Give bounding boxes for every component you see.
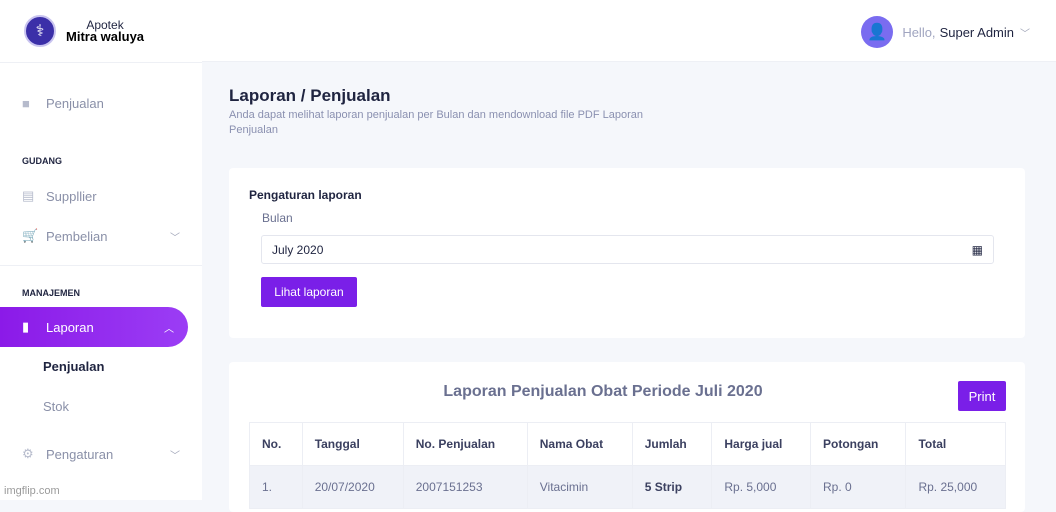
building-icon: ▤ [22,188,35,203]
report-table: No. Tanggal No. Penjualan Nama Obat Juml… [249,422,1006,509]
print-button[interactable]: Print [958,381,1006,411]
cell: 5 Strip [631,465,713,509]
brand-line2: Mitra waluya [66,29,145,44]
sidebar-item-supplier[interactable]: ▤ Suppllier [0,188,202,204]
label: Pembelian [46,228,108,244]
cell: 20/07/2020 [301,465,404,509]
divider [0,265,202,266]
section-manajemen: MANAJEMEN [22,288,81,298]
report-title: Laporan Penjualan Obat Periode Juli 2020 [443,383,763,400]
label: Pengaturan [46,446,114,462]
chevron-down-icon: ﹀ [1020,28,1030,40]
label: Penjualan [46,96,104,111]
chevron-down-icon: ﹀ [170,232,180,244]
chevron-up-icon: ︿ [164,323,174,335]
top-header: 👤 Hello, Super Admin ﹀ [202,0,1056,62]
month-input[interactable]: July 2020 ▦ [261,235,994,264]
card-title: Pengaturan laporan [249,188,362,202]
col-harga-jual: Harga jual [711,422,812,466]
cell: 2007151253 [402,465,528,509]
cart-icon: 🛒 [22,228,39,243]
label: Suppllier [46,188,97,204]
user-menu[interactable]: 👤 Hello, Super Admin ﹀ [861,16,1030,48]
sidebar-item-pengaturan[interactable]: ⚙ Pengaturan ﹀ [0,446,202,462]
avatar: 👤 [861,16,894,48]
page-title: Laporan / Penjualan [229,86,391,105]
month-label: Bulan [262,211,293,225]
chevron-down-icon: ﹀ [170,450,180,462]
col-total: Total [905,422,1006,466]
col-nama-obat: Nama Obat [526,422,633,466]
gears-icon: ⚙ [22,446,34,461]
section-gudang: GUDANG [22,156,62,166]
bag-icon: ■ [22,96,30,111]
brand-logo[interactable]: ⚕ Apotek Mitra waluya [24,15,144,47]
sidebar-item-penjualan[interactable]: ■ Penjualan [0,96,202,111]
month-value: July 2020 [272,243,324,257]
calendar-icon[interactable]: ▦ [972,243,983,257]
label: Laporan [46,319,94,335]
cell: 1. [249,465,303,509]
cell: Rp. 5,000 [711,465,812,509]
sidebar-item-pembelian[interactable]: 🛒 Pembelian ﹀ [0,228,202,244]
col-potongan: Potongan [810,422,907,466]
sidebar-item-laporan[interactable]: ▮ Laporan ︿ [0,307,188,347]
view-report-button[interactable]: Lihat laporan [261,277,357,307]
watermark: imgflip.com [4,485,60,497]
cell: Vitacimin [526,465,633,509]
table-row: 1. 20/07/2020 2007151253 Vitacimin 5 Str… [249,465,1006,509]
cell: Rp. 0 [810,465,907,509]
sidebar: ⚕ Apotek Mitra waluya ■ Penjualan GUDANG ▤… [0,0,202,500]
report-settings-card: Pengaturan laporan Bulan July 2020 ▦ Liha… [229,168,1025,338]
pharmacy-logo-icon: ⚕ [24,15,56,47]
user-name: Super Admin [939,24,1014,40]
report-card: Laporan Penjualan Obat Periode Juli 2020… [229,362,1025,512]
page-subtitle: Anda dapat melihat laporan penjualan per… [229,109,644,136]
table-header-row: No. Tanggal No. Penjualan Nama Obat Juml… [249,422,1006,466]
greeting: Hello, [902,24,936,40]
divider [0,62,202,63]
clipboard-icon: ▮ [22,319,30,334]
col-no-penjualan: No. Penjualan [402,422,528,466]
col-jumlah: Jumlah [631,422,713,466]
col-tanggal: Tanggal [301,422,404,466]
cell: Rp. 25,000 [905,465,1006,509]
col-no: No. [249,422,303,466]
sidebar-subitem-stok[interactable]: Stok [43,399,69,414]
sidebar-subitem-penjualan[interactable]: Penjualan [43,359,104,374]
